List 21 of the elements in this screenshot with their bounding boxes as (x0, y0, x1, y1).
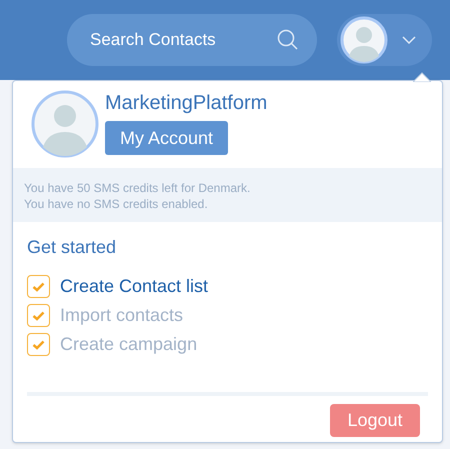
check-icon (32, 310, 45, 320)
avatar-icon (340, 16, 388, 64)
sms-credit-note: You have no SMS credits enabled. (24, 196, 209, 212)
checklist-item[interactable]: Create Contact list (60, 273, 208, 300)
checklist-item[interactable]: Import contacts (60, 302, 184, 329)
check-icon (32, 340, 45, 350)
check-icon (32, 282, 45, 292)
logout-button[interactable]: Logout (330, 404, 420, 437)
search-icon[interactable] (277, 29, 299, 51)
account-name: MarketingPlatform (105, 91, 268, 115)
chevron-down-icon (402, 36, 416, 44)
checklist-item[interactable]: Create campaign (60, 331, 198, 358)
section-heading: Get started (26, 236, 118, 259)
checkbox[interactable] (27, 275, 50, 298)
my-account-button[interactable]: My Account (105, 121, 228, 155)
checkbox[interactable] (27, 304, 50, 327)
sms-credit-note: You have 50 SMS credits left for Denmark. (24, 180, 252, 196)
account-menu-button[interactable] (337, 14, 432, 66)
avatar-icon (31, 90, 99, 158)
search-field[interactable]: Search Contacts (67, 14, 317, 66)
checkbox[interactable] (27, 333, 50, 356)
